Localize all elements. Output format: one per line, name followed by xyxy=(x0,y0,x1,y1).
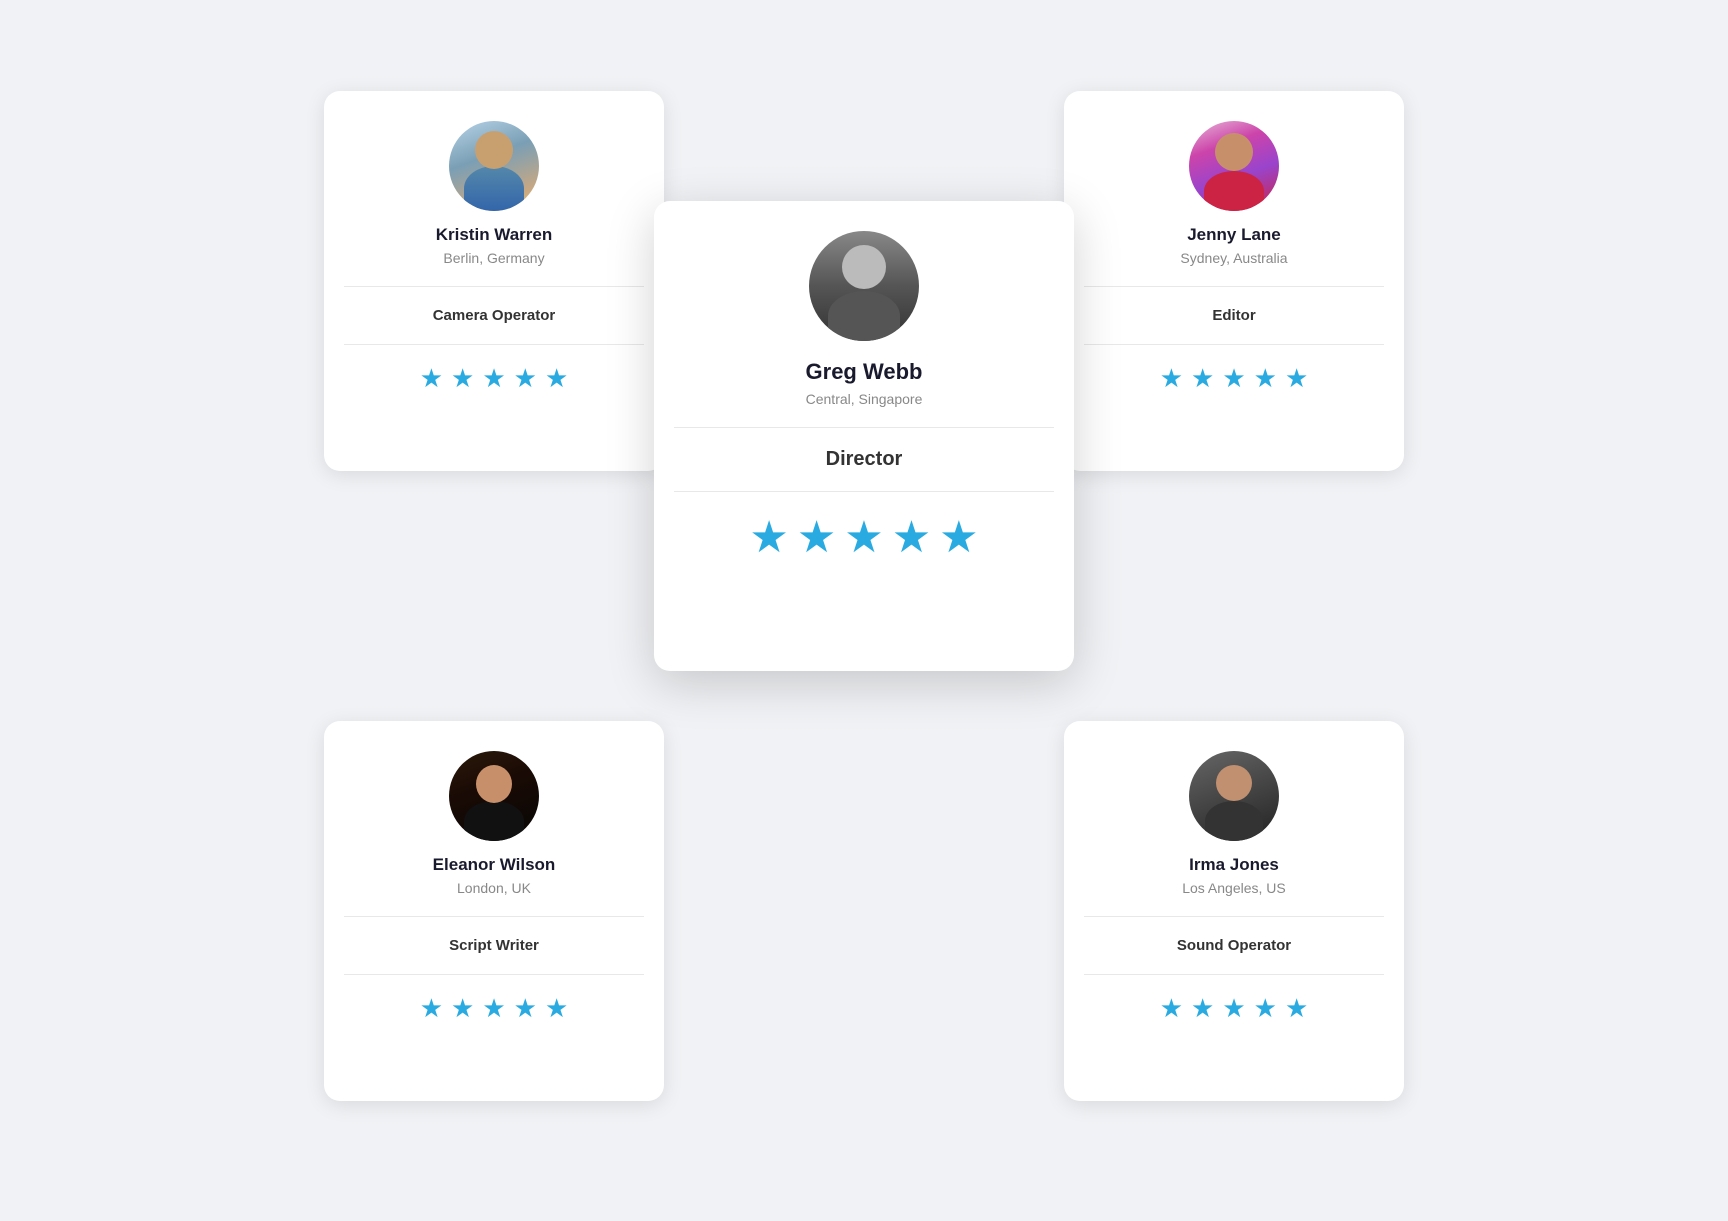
star-1: ★ xyxy=(1160,365,1183,391)
location-jenny: Sydney, Australia xyxy=(1180,250,1287,266)
star-1: ★ xyxy=(749,516,788,560)
stars-irma: ★ ★ ★ ★ ★ xyxy=(1160,995,1309,1021)
divider xyxy=(1084,916,1384,917)
star-5: ★ xyxy=(545,365,568,391)
star-4: ★ xyxy=(514,365,537,391)
star-3: ★ xyxy=(482,995,505,1021)
star-2: ★ xyxy=(451,365,474,391)
name-irma: Irma Jones xyxy=(1189,855,1279,875)
role-irma: Sound Operator xyxy=(1177,937,1291,954)
star-2: ★ xyxy=(1191,995,1214,1021)
avatar-greg xyxy=(809,231,919,341)
star-1: ★ xyxy=(1160,995,1183,1021)
star-3: ★ xyxy=(844,516,883,560)
avatar-eleanor xyxy=(449,751,539,841)
name-kristin: Kristin Warren xyxy=(436,225,553,245)
star-4: ★ xyxy=(514,995,537,1021)
card-greg[interactable]: Greg Webb Central, Singapore Director ★ … xyxy=(654,201,1074,671)
star-4: ★ xyxy=(892,516,931,560)
role-kristin: Camera Operator xyxy=(433,307,556,324)
divider xyxy=(674,427,1054,428)
role-greg: Director xyxy=(826,448,903,471)
location-greg: Central, Singapore xyxy=(806,391,923,407)
star-2: ★ xyxy=(451,995,474,1021)
star-5: ★ xyxy=(1285,995,1308,1021)
divider xyxy=(344,916,644,917)
avatar-jenny xyxy=(1189,121,1279,211)
name-greg: Greg Webb xyxy=(806,359,923,385)
star-3: ★ xyxy=(1222,995,1245,1021)
divider xyxy=(1084,286,1384,287)
location-irma: Los Angeles, US xyxy=(1182,880,1286,896)
star-4: ★ xyxy=(1254,365,1277,391)
star-5: ★ xyxy=(545,995,568,1021)
divider xyxy=(1084,344,1384,345)
divider xyxy=(344,974,644,975)
stars-greg: ★ ★ ★ ★ ★ xyxy=(749,516,978,560)
star-5: ★ xyxy=(939,516,978,560)
star-5: ★ xyxy=(1285,365,1308,391)
star-2: ★ xyxy=(1191,365,1214,391)
star-1: ★ xyxy=(420,995,443,1021)
divider xyxy=(1084,974,1384,975)
location-eleanor: London, UK xyxy=(457,880,531,896)
card-kristin[interactable]: Kristin Warren Berlin, Germany Camera Op… xyxy=(324,91,664,471)
star-1: ★ xyxy=(420,365,443,391)
star-3: ★ xyxy=(1222,365,1245,391)
card-jenny[interactable]: Jenny Lane Sydney, Australia Editor ★ ★ … xyxy=(1064,91,1404,471)
location-kristin: Berlin, Germany xyxy=(443,250,544,266)
divider2 xyxy=(674,491,1054,492)
stars-eleanor: ★ ★ ★ ★ ★ xyxy=(420,995,569,1021)
name-eleanor: Eleanor Wilson xyxy=(433,855,556,875)
divider xyxy=(344,286,644,287)
star-3: ★ xyxy=(482,365,505,391)
name-jenny: Jenny Lane xyxy=(1187,225,1281,245)
card-irma[interactable]: Irma Jones Los Angeles, US Sound Operato… xyxy=(1064,721,1404,1101)
star-2: ★ xyxy=(797,516,836,560)
avatar-irma xyxy=(1189,751,1279,841)
stars-kristin: ★ ★ ★ ★ ★ xyxy=(420,365,569,391)
avatar-kristin xyxy=(449,121,539,211)
stars-jenny: ★ ★ ★ ★ ★ xyxy=(1160,365,1309,391)
card-eleanor[interactable]: Eleanor Wilson London, UK Script Writer … xyxy=(324,721,664,1101)
star-4: ★ xyxy=(1254,995,1277,1021)
role-eleanor: Script Writer xyxy=(449,937,539,954)
divider xyxy=(344,344,644,345)
role-jenny: Editor xyxy=(1212,307,1255,324)
